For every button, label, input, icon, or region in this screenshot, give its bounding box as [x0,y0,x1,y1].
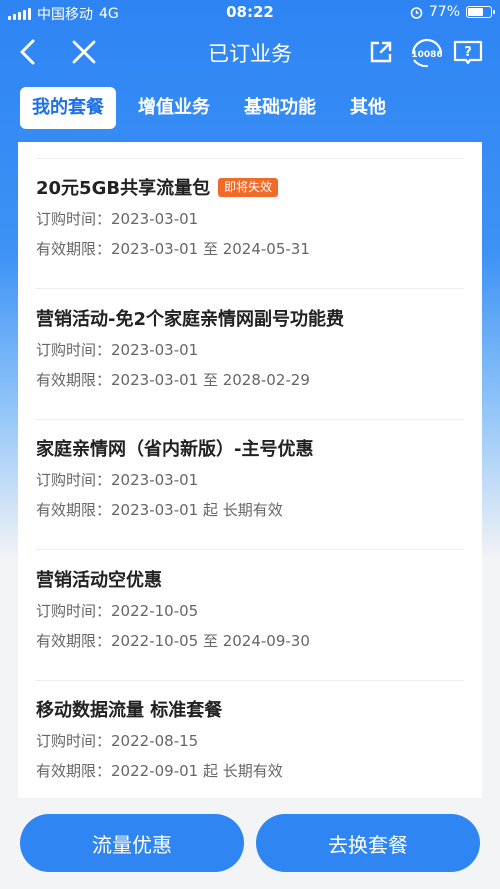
package-item[interactable]: 家庭亲情网（省内新版）-主号优惠 订购时间：2023-03-01 有效期限：2023… [36,435,464,550]
service-number-label: 10086 [411,50,442,60]
item-divider [36,680,464,681]
package-name-row: 营销活动-免2个家庭亲情网副号功能费 [36,305,464,331]
package-name-row: 20元5GB共享流量包 即将失效 [36,174,464,200]
package-name-row: 移动数据流量 标准套餐 [36,696,464,722]
validity-period-row: 有效期限：2023-03-01 至 2024-05-31 [36,238,464,260]
svg-text:?: ? [464,45,472,60]
order-date-row: 订购时间：2022-10-05 [36,600,464,622]
validity-period-row: 有效期限：2023-03-01 至 2028-02-29 [36,369,464,391]
package-name-row: 家庭亲情网（省内新版）-主号优惠 [36,435,464,461]
package-item[interactable]: 20元5GB共享流量包 即将失效 订购时间：2023-03-01 有效期限：2023-… [36,174,464,289]
package-name: 20元5GB共享流量包 [36,178,211,199]
validity-period-label: 有效期限： [36,501,112,519]
validity-period-row: 有效期限：2022-10-05 至 2024-09-30 [36,630,464,652]
package-name: 营销活动-免2个家庭亲情网副号功能费 [36,309,344,330]
battery-icon [466,6,495,18]
help-button[interactable]: ? [452,36,484,68]
item-divider [36,288,464,289]
validity-period-value: 2023-03-01 至 2028-02-29 [111,371,310,389]
tab-1[interactable]: 增值业务 [126,87,222,129]
order-date-value: 2023-03-01 [111,210,199,228]
status-bar: 中国移动 4G 08:22 77% [0,0,500,26]
order-date-value: 2022-08-15 [111,732,199,750]
item-divider [36,419,464,420]
share-icon [370,41,392,63]
order-date-row: 订购时间：2023-03-01 [36,469,464,491]
package-name: 家庭亲情网（省内新版）-主号优惠 [36,439,314,460]
order-date-label: 订购时间： [36,732,112,750]
validity-period-value: 2023-03-01 至 2024-05-31 [111,240,310,258]
order-date-label: 订购时间： [36,341,112,359]
order-date-row: 订购时间：2023-03-01 [36,208,464,230]
package-name: 营销活动空优惠 [36,570,162,591]
package-list-card: 20元5GB共享流量包 即将失效 订购时间：2023-03-01 有效期限：2023-… [18,142,482,798]
order-date-value: 2023-03-01 [111,471,199,489]
order-date-label: 订购时间： [36,210,112,228]
order-date-label: 订购时间： [36,602,112,620]
package-item[interactable]: 移动数据流量 标准套餐 订购时间：2022-08-15 有效期限：2022-09-0… [36,696,464,782]
package-name-row: 营销活动空优惠 [36,566,464,592]
validity-period-row: 有效期限：2022-09-01 起 长期有效 [36,760,464,782]
bottom-action-bar: 流量优惠 去换套餐 [0,798,500,889]
expiring-badge: 即将失效 [218,177,279,197]
battery-percent: 77% [428,4,460,20]
customer-service-icon: 10086 [411,38,443,68]
customer-service-button[interactable]: 10086 [408,36,446,68]
package-name: 移动数据流量 标准套餐 [36,700,223,721]
tab-0[interactable]: 我的套餐 [20,87,116,129]
status-bar-right: 77% [410,4,495,20]
package-item[interactable]: 营销活动-免2个家庭亲情网副号功能费 订购时间：2023-03-01 有效期限：20… [36,305,464,420]
package-item[interactable]: 营销活动空优惠 订购时间：2022-10-05 有效期限：2022-10-05 至 … [36,566,464,681]
validity-period-row: 有效期限：2023-03-01 起 长期有效 [36,499,464,521]
alarm-icon [410,6,423,19]
validity-period-label: 有效期限： [36,762,112,780]
validity-period-label: 有效期限： [36,371,112,389]
change-plan-button[interactable]: 去换套餐 [256,814,480,872]
top-divider [36,158,464,159]
tab-2[interactable]: 基础功能 [232,87,328,129]
item-divider [36,549,464,550]
category-tabs: 我的套餐 增值业务 基础功能 其他 [20,87,408,129]
validity-period-value: 2022-09-01 起 长期有效 [111,762,283,780]
validity-period-value: 2023-03-01 起 长期有效 [111,501,283,519]
help-book-icon: ? [453,40,483,65]
order-date-row: 订购时间：2023-03-01 [36,339,464,361]
share-button[interactable] [365,36,397,68]
tab-3[interactable]: 其他 [338,87,398,129]
validity-period-label: 有效期限： [36,632,112,650]
order-date-label: 订购时间： [36,471,112,489]
validity-period-label: 有效期限： [36,240,112,258]
order-date-value: 2022-10-05 [111,602,199,620]
navigation-bar: 已订业务 10086 ? [0,26,500,78]
order-date-row: 订购时间：2022-08-15 [36,730,464,752]
data-offers-button[interactable]: 流量优惠 [20,814,244,872]
order-date-value: 2023-03-01 [111,341,199,359]
validity-period-value: 2022-10-05 至 2024-09-30 [111,632,310,650]
